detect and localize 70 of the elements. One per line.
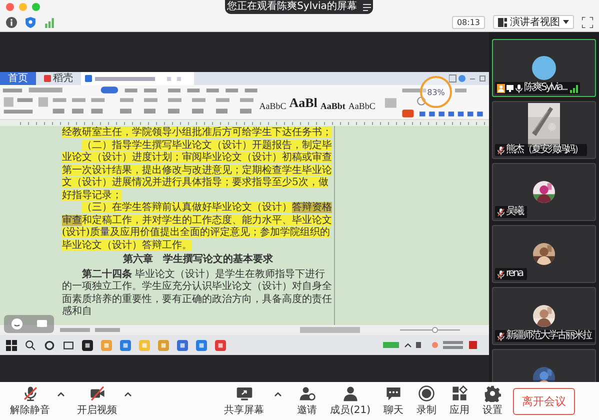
paragraph: （二）指导学生撰写毕业论文（设计）开题报告，制定毕业论文（设计）进度计划；审阅毕业论文（设计）初稿或审查第一次设计结果，提出修改与改进意见；定期检查学生毕业论文（设计）进展情况并进行具体指导；要求指导至少5次，做好指导记录； <box>62 140 333 202</box>
video-off-icon <box>88 385 106 402</box>
app-icon[interactable] <box>82 340 93 350</box>
app-tab[interactable]: 首页 <box>0 72 36 85</box>
avatar <box>532 56 556 80</box>
document-icon <box>85 75 92 82</box>
style-preview[interactable]: AaBbC <box>348 101 376 111</box>
paragraph: 第二十四条 毕业论文（设计）是学生在教师指导下进行的一项独立工作。学生应充分认识毕业论文（设计）对自身全面素质培养的重要性，要有正确的政治方向，具备高度的责任感和自 <box>62 268 333 318</box>
video-tile[interactable]: 新疆师范大学古丽米拉 <box>492 287 596 345</box>
emoji-icon[interactable] <box>10 318 22 330</box>
paragraph: 经教研室主任，学院领导小组批准后方可给学生下达任务书； <box>62 127 333 140</box>
signal-icon <box>570 84 578 92</box>
chapter-heading: 第六章 学生撰写论文的基本要求 <box>122 254 274 266</box>
caret-icon[interactable] <box>124 391 132 397</box>
participant-name: 熊杰（夏安须妈妈） <box>506 144 584 156</box>
app-tab[interactable]: 稻壳 <box>36 72 81 85</box>
person-icon <box>497 84 505 92</box>
circle-icon[interactable] <box>44 340 55 350</box>
apps-button[interactable]: 应用 <box>446 385 474 417</box>
view-dropdown[interactable]: 演讲者视图 <box>493 15 574 29</box>
invite-button[interactable]: 邀请 <box>293 385 321 417</box>
participants-button[interactable]: 成员(21) <box>326 385 375 417</box>
style-preview[interactable]: AaBbt <box>320 101 346 111</box>
video-tile[interactable]: rena <box>492 225 596 283</box>
close-button[interactable] <box>6 2 14 10</box>
meeting-timer: 08:13 <box>452 16 485 28</box>
video-tile[interactable]: 陈爽Sylvia... <box>492 39 596 97</box>
video-tile[interactable]: 熊杰（夏安须妈妈） <box>492 101 596 159</box>
video-tile[interactable]: 吴曦 <box>492 163 596 221</box>
participant-name: 新疆师范大学古丽米拉 <box>506 330 592 342</box>
caret-icon <box>563 20 569 24</box>
unmute-button[interactable]: 解除静音 <box>6 385 54 417</box>
document-tab[interactable] <box>81 72 194 85</box>
participants-icon <box>342 385 359 402</box>
windows-icon[interactable] <box>6 340 17 350</box>
settings-icon <box>484 385 502 402</box>
style-preview[interactable]: AaBbC <box>259 101 286 111</box>
chat-icon[interactable] <box>36 318 48 330</box>
share-screen-button[interactable]: 共享屏幕 <box>220 385 268 417</box>
document-icon <box>44 75 51 82</box>
fullscreen-icon[interactable] <box>582 16 593 28</box>
grid-icon <box>498 18 507 26</box>
share-screen-icon <box>236 385 252 402</box>
paragraph: （三）在学生答辩前认真做好毕业论文（设计）答辩资格审查和定稿工作，并对学生的工作态度、能力水平、毕业论文(设计)质量及应用价值提出全面的评定意见；参加学院组织的毕业论文（设计）答辩工作。 <box>62 202 333 252</box>
shield-icon[interactable] <box>25 16 36 28</box>
screen-share-icon <box>506 84 514 92</box>
record-icon <box>418 385 436 402</box>
leave-meeting-button[interactable]: 离开会议 <box>513 388 575 414</box>
task-view-icon[interactable] <box>63 340 74 350</box>
zoom-badge: 83% <box>420 76 452 108</box>
chat-icon <box>385 385 402 402</box>
signal-icon[interactable] <box>44 16 55 28</box>
info-icon[interactable] <box>6 16 17 28</box>
banner-text: 您正在观看陈爽Sylvia的屏幕 <box>227 0 357 14</box>
caret-icon[interactable] <box>57 391 65 397</box>
chat-button[interactable]: 聊天 <box>380 385 408 417</box>
reactions-panel[interactable] <box>4 315 54 333</box>
style-preview[interactable]: AaBl <box>289 95 318 111</box>
participant-name: rena <box>506 268 524 280</box>
caret-icon[interactable] <box>274 391 282 397</box>
apps-icon <box>451 385 468 402</box>
muted-mic-icon <box>22 385 38 402</box>
participant-name: 陈爽Sylvia... <box>524 82 568 94</box>
start-video-button[interactable]: 开启视频 <box>73 385 121 417</box>
settings-button[interactable]: 设置 <box>478 385 507 417</box>
menu-icon[interactable] <box>362 4 371 10</box>
search-icon[interactable] <box>25 340 36 350</box>
record-button[interactable]: 录制 <box>412 385 441 417</box>
participant-name: 吴曦 <box>506 206 524 218</box>
invite-icon <box>298 385 316 402</box>
